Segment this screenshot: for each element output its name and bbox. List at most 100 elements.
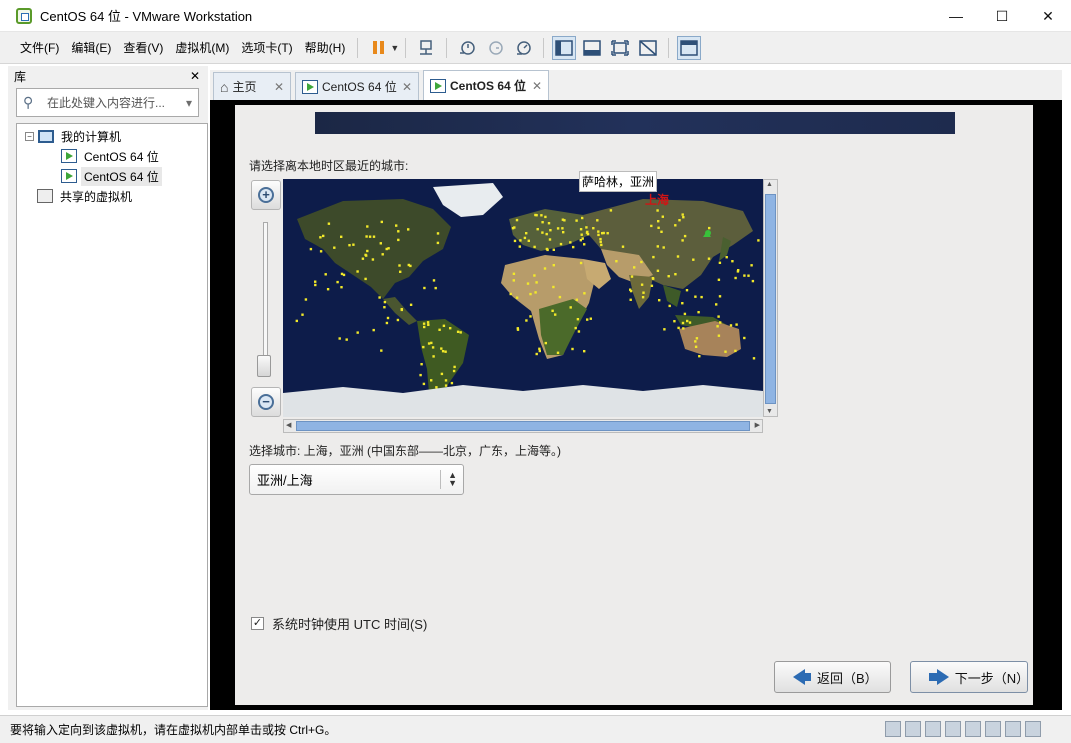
city-dot[interactable] <box>716 325 719 328</box>
city-dot[interactable] <box>667 275 670 278</box>
city-dot[interactable] <box>717 334 721 337</box>
network-icon[interactable] <box>925 721 941 737</box>
city-dot[interactable] <box>518 245 521 248</box>
city-dot[interactable] <box>523 236 527 240</box>
city-dot[interactable] <box>356 270 359 273</box>
city-dot[interactable] <box>431 346 435 349</box>
zoom-slider-handle[interactable] <box>257 355 271 377</box>
city-dot[interactable] <box>529 315 532 318</box>
city-dot[interactable] <box>597 230 600 233</box>
city-dot[interactable] <box>658 299 661 302</box>
city-dot[interactable] <box>549 229 552 232</box>
utc-option[interactable]: ✓ 系统时钟使用 UTC 时间(S) <box>251 614 427 633</box>
zoom-slider-track[interactable] <box>263 222 268 377</box>
city-dot[interactable] <box>551 309 554 312</box>
city-dot[interactable] <box>525 319 528 322</box>
menu-edit[interactable]: 编辑(E) <box>65 37 117 59</box>
tree-item-vm-selected[interactable]: CentOS 64 位 <box>17 166 207 186</box>
city-dot[interactable] <box>509 292 512 296</box>
city-dot[interactable] <box>436 241 440 245</box>
zoom-in-button[interactable]: + <box>251 180 281 210</box>
minimize-button[interactable]: — <box>933 0 979 32</box>
city-dot[interactable] <box>556 227 560 230</box>
city-dot[interactable] <box>319 236 322 239</box>
city-dot[interactable] <box>326 288 330 291</box>
city-dot[interactable] <box>581 216 584 220</box>
city-dot[interactable] <box>597 233 600 237</box>
city-dot[interactable] <box>599 240 602 244</box>
tab-centos-1[interactable]: CentOS 64 位 ✕ <box>295 72 419 100</box>
city-dot[interactable] <box>652 277 655 280</box>
city-dot[interactable] <box>674 273 677 276</box>
city-dot[interactable] <box>387 247 390 250</box>
city-dot[interactable] <box>718 295 722 298</box>
city-dot[interactable] <box>383 306 386 309</box>
city-dot[interactable] <box>529 292 532 296</box>
hard-disk-icon[interactable] <box>885 721 901 737</box>
menu-view[interactable]: 查看(V) <box>117 37 169 59</box>
city-dot[interactable] <box>586 318 589 321</box>
pause-button[interactable] <box>366 36 390 60</box>
city-dot[interactable] <box>698 355 701 358</box>
city-dot[interactable] <box>678 219 681 222</box>
city-dot[interactable] <box>580 233 583 236</box>
next-button[interactable]: 下一步（N） <box>910 661 1029 693</box>
city-dot[interactable] <box>435 386 438 389</box>
city-dot[interactable] <box>656 269 660 272</box>
city-dot[interactable] <box>757 239 760 242</box>
city-dot[interactable] <box>423 286 426 290</box>
city-dot[interactable] <box>444 384 448 387</box>
menu-vm[interactable]: 虚拟机(M) <box>169 37 235 59</box>
city-dot[interactable] <box>397 238 400 242</box>
city-dot[interactable] <box>395 224 398 227</box>
city-dot[interactable] <box>399 270 402 273</box>
city-dot[interactable] <box>589 317 592 320</box>
tree-item-shared-vms[interactable]: 共享的虚拟机 <box>17 186 207 206</box>
city-dot[interactable] <box>718 261 722 264</box>
city-dot[interactable] <box>449 327 452 330</box>
city-dot[interactable] <box>380 220 383 224</box>
city-dot[interactable] <box>322 234 325 238</box>
city-dot[interactable] <box>592 227 595 230</box>
city-dot[interactable] <box>579 228 583 231</box>
city-dot[interactable] <box>385 321 389 325</box>
city-dot[interactable] <box>419 373 422 377</box>
city-dot[interactable] <box>548 238 552 241</box>
city-dot[interactable] <box>304 298 308 301</box>
city-dot[interactable] <box>515 296 519 299</box>
search-dropdown-icon[interactable]: ▾ <box>186 96 192 110</box>
city-dot[interactable] <box>371 258 375 261</box>
city-dot[interactable] <box>512 272 516 275</box>
city-dot[interactable] <box>606 232 609 235</box>
menu-help[interactable]: 帮助(H) <box>299 37 352 59</box>
back-button[interactable]: 返回（B） <box>774 661 891 693</box>
city-dot[interactable] <box>735 323 738 326</box>
scrollbar-thumb[interactable] <box>296 421 750 431</box>
city-dot[interactable] <box>575 219 578 222</box>
city-dot[interactable] <box>438 328 441 331</box>
city-dot[interactable] <box>422 382 426 386</box>
city-dot[interactable] <box>652 255 655 259</box>
city-dot[interactable] <box>717 278 721 281</box>
city-dot[interactable] <box>681 239 684 242</box>
city-dot[interactable] <box>541 221 544 224</box>
tree-item-my-computer[interactable]: − 我的计算机 <box>17 126 207 146</box>
city-dot[interactable] <box>657 220 660 223</box>
thumbnail-bar-button[interactable] <box>580 36 604 60</box>
city-dot[interactable] <box>527 239 530 242</box>
city-dot[interactable] <box>737 269 740 272</box>
city-dot[interactable] <box>683 312 687 316</box>
scroll-down-icon[interactable]: ▼ <box>766 408 773 415</box>
tab-centos-active[interactable]: CentOS 64 位 ✕ <box>423 70 549 100</box>
city-dot[interactable] <box>365 235 368 238</box>
city-dot[interactable] <box>409 303 413 306</box>
timezone-select[interactable]: 亚洲/上海 ▲ ▼ <box>249 464 464 495</box>
city-dot[interactable] <box>579 239 582 242</box>
map-horizontal-scrollbar[interactable]: ◀ ▶ <box>283 419 763 433</box>
library-close-icon[interactable]: ✕ <box>190 69 200 83</box>
city-dot[interactable] <box>434 286 437 290</box>
city-dot[interactable] <box>314 283 317 287</box>
city-dot[interactable] <box>563 219 566 222</box>
city-dot[interactable] <box>543 267 547 270</box>
city-dot[interactable] <box>372 235 376 238</box>
